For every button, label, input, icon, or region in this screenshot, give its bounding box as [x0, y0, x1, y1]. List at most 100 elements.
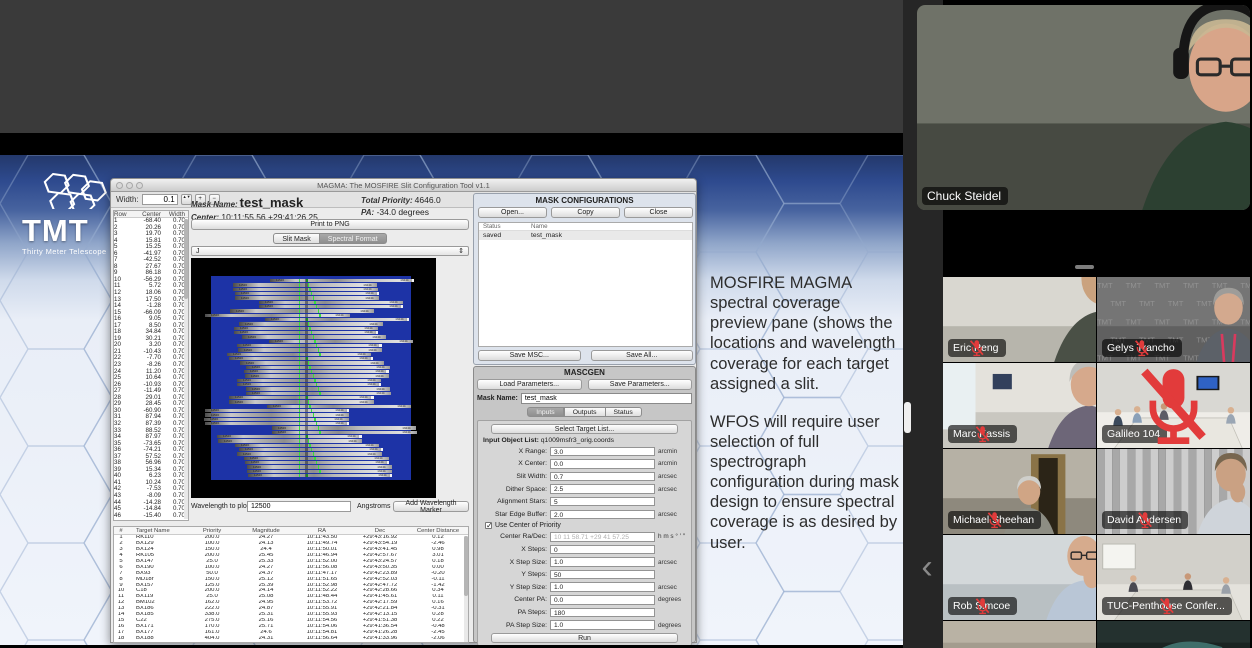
mascgen-mask-name-label: Mask Name:: [477, 395, 518, 402]
wavelength-input[interactable]: [247, 501, 351, 512]
spectrum-bar: 1152613244: [233, 283, 378, 286]
slit-table-row[interactable]: 46-15.400.70: [114, 513, 188, 520]
svg-text:TMT: TMT: [1183, 281, 1199, 290]
width-input[interactable]: [142, 194, 178, 205]
parameter-field: X Range: 3.0 arcmin: [481, 445, 688, 458]
parameter-input[interactable]: 10 11 58.71 +29 41 57.25: [550, 532, 655, 542]
mask-summary: Mask Name: test_mask Center: 10:11:55.56…: [191, 195, 471, 217]
tmt-hexagon-mirror-icon: [22, 167, 112, 209]
parameter-input[interactable]: 1.0: [550, 620, 655, 630]
parameter-field: X Step Size: 1.0 arcsec: [481, 556, 688, 569]
target-table-header: # Target Name Priority Magnitude RA Dec …: [114, 527, 468, 535]
svg-text:TMT: TMT: [1126, 281, 1142, 290]
spectrum-bar: 1152613244: [205, 314, 350, 317]
spectrum-bar: 1152613244: [237, 452, 382, 455]
featured-video-tile[interactable]: Chuck Steidel: [917, 5, 1250, 210]
mascgen-tab-inputs[interactable]: Inputs: [527, 407, 564, 417]
spectrum-bar: 1152613244: [246, 366, 391, 369]
run-button[interactable]: Run: [491, 633, 678, 643]
participant-tile[interactable]: TMTTMTTMTTMTTMTTMTTMTTMTTMTTMTTMTTMTTMTT…: [1097, 277, 1250, 362]
spectrum-bar: 1152613244: [229, 400, 374, 403]
spectrum-bar: 1152613244: [205, 422, 350, 425]
open-mask-button[interactable]: Open...: [478, 207, 547, 218]
parameter-input[interactable]: 1.0: [550, 557, 655, 567]
window-titlebar[interactable]: MAGMA: The MOSFIRE Slit Configuration To…: [111, 179, 696, 192]
participant-name-label: Rob Simcoe: [948, 597, 1017, 615]
load-parameters-button[interactable]: Load Parameters...: [477, 379, 582, 390]
parameter-input[interactable]: 180: [550, 608, 655, 618]
width-label: Width:: [116, 195, 139, 204]
mask-name-value: test_mask: [240, 195, 304, 210]
target-table: # Target Name Priority Magnitude RA Dec …: [113, 526, 469, 643]
participant-tile-partial[interactable]: [943, 621, 1096, 648]
participant-tile[interactable]: Eric Peng: [943, 277, 1096, 362]
save-msc-button[interactable]: Save MSC...: [478, 350, 581, 361]
parameter-field: X Steps: 0: [481, 543, 688, 556]
participant-name-label: Michael Sheehan: [948, 511, 1041, 529]
parameter-input[interactable]: 0: [550, 545, 655, 555]
participant-tile[interactable]: Galileo 104: [1097, 363, 1250, 448]
mascgen-tab-outputs[interactable]: Outputs: [564, 407, 606, 417]
spectrum-bar: 1152613244: [244, 370, 389, 373]
window-title: MAGMA: The MOSFIRE Slit Configuration To…: [111, 179, 696, 192]
participant-tile[interactable]: David Andersen: [1097, 449, 1250, 534]
mic-muted-icon: [948, 425, 1017, 443]
save-all-button[interactable]: Save All...: [591, 350, 694, 361]
spectrum-bar: 1152613244: [269, 340, 414, 343]
parameter-input[interactable]: 0.7: [550, 472, 655, 482]
parameter-input[interactable]: 3.0: [550, 447, 655, 457]
parameter-input[interactable]: 0.0: [550, 595, 655, 605]
svg-text:TMT: TMT: [1183, 317, 1199, 326]
target-table-row[interactable]: 18BX188404.024.3110:11:56.64+29:41:33.96…: [114, 636, 468, 642]
close-mask-button[interactable]: Close: [624, 207, 693, 218]
parameter-field: Y Step Size: 1.0 arcsec: [481, 581, 688, 594]
add-wavelength-marker-button[interactable]: Add Wavelength Marker: [393, 501, 469, 512]
print-to-png-button[interactable]: Print to PNG: [191, 219, 469, 230]
zoom-window-button[interactable]: [136, 182, 143, 189]
pa-units: degrees: [398, 207, 429, 217]
spectrum-bar: 1152613244: [242, 335, 387, 338]
participant-tile[interactable]: Rob Simcoe: [943, 535, 1096, 620]
parameter-input[interactable]: 2.5: [550, 484, 655, 494]
participant-tile-partial[interactable]: [1097, 621, 1250, 648]
share-divider-handle[interactable]: [904, 402, 911, 433]
parameter-input[interactable]: 5: [550, 497, 655, 507]
parameter-input[interactable]: 0.0: [550, 459, 655, 469]
mascgen-tab-status[interactable]: Status: [606, 407, 642, 417]
participant-tile[interactable]: Marc Kassis: [943, 363, 1096, 448]
input-object-list: Input Object List: q1009msfr3_orig.coord…: [483, 437, 688, 444]
close-window-button[interactable]: [116, 182, 123, 189]
participant-tile[interactable]: Michael Sheehan: [943, 449, 1096, 534]
status-column-header: Status: [483, 223, 531, 231]
collapse-gallery-chevron[interactable]: ‹: [913, 548, 941, 588]
participant-name-label: Gelys Trancho: [1102, 339, 1182, 357]
parameter-input[interactable]: 2.0: [550, 510, 655, 520]
participant-tile[interactable]: TUC-Penthouse Confer...: [1097, 535, 1250, 620]
participant-name-label: David Andersen: [1102, 511, 1188, 529]
mask-name-label: Mask Name:: [191, 200, 238, 209]
spectrum-bar: 1152613244: [239, 448, 384, 451]
mask-list-entry[interactable]: saved test_mask: [479, 231, 692, 240]
spectrum-bar: 1152613244: [267, 405, 412, 408]
band-select-dropdown[interactable]: J ⇕: [191, 246, 469, 256]
mic-muted-icon: [1102, 597, 1232, 615]
parameter-field: Star Edge Buffer: 2.0 arcsec: [481, 508, 688, 521]
mic-muted-icon: [1097, 363, 1250, 448]
parameter-field: Center PA: 0.0 degrees: [481, 594, 688, 607]
select-target-list-button[interactable]: Select Target List...: [491, 424, 678, 434]
spectrum-bar: 1152613244: [245, 374, 390, 377]
gallery-drag-handle[interactable]: [1075, 265, 1094, 269]
mascgen-mask-name-input[interactable]: [521, 393, 692, 404]
save-parameters-button[interactable]: Save Parameters...: [588, 379, 693, 390]
slit-table: Row Center Width 1-68.400.70220.260.7031…: [113, 210, 189, 521]
tab-spectral-format[interactable]: Spectral Format: [320, 233, 387, 244]
parameter-input[interactable]: 50: [550, 570, 655, 580]
target-table-scrollbar[interactable]: [464, 536, 468, 642]
use-center-of-priority-checkbox[interactable]: Use Center of Priority: [481, 521, 688, 531]
copy-mask-button[interactable]: Copy: [551, 207, 620, 218]
minimize-window-button[interactable]: [126, 182, 133, 189]
slit-table-scrollbar[interactable]: [184, 219, 188, 519]
video-frame: [943, 621, 1096, 648]
parameter-input[interactable]: 1.0: [550, 582, 655, 592]
tab-slit-mask[interactable]: Slit Mask: [273, 233, 319, 244]
